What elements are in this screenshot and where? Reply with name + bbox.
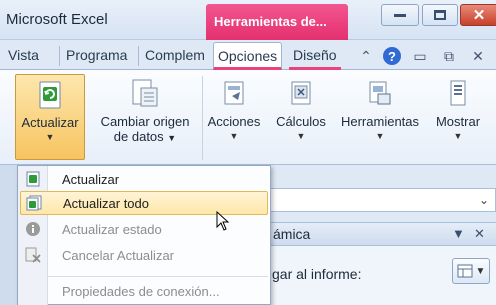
calculos-button[interactable]: Cálculos ▼ bbox=[268, 74, 334, 160]
workbook-close-icon[interactable]: ✕ bbox=[469, 47, 487, 65]
actions-icon bbox=[218, 78, 250, 110]
chevron-down-icon: ▼ bbox=[375, 131, 385, 141]
minimize-ribbon-icon[interactable]: ⌃ bbox=[357, 47, 375, 65]
close-button[interactable]: ✕ bbox=[460, 4, 496, 26]
group-divider bbox=[202, 76, 203, 160]
menu-item-propiedades-conexion[interactable]: Propiedades de conexión... bbox=[20, 279, 268, 303]
cancel-refresh-icon bbox=[24, 246, 42, 264]
tab-divider bbox=[138, 46, 139, 66]
pane-layout-button[interactable]: ▼ bbox=[452, 258, 490, 284]
menu-item-actualizar[interactable]: Actualizar bbox=[20, 167, 268, 191]
chevron-down-icon: ▼ bbox=[229, 131, 239, 141]
change-source-icon bbox=[129, 78, 161, 110]
show-icon bbox=[442, 78, 474, 110]
maximize-icon bbox=[434, 10, 446, 20]
info-icon bbox=[24, 220, 42, 238]
field-list-pane-title: ámica bbox=[273, 226, 311, 242]
sheet-background bbox=[0, 165, 18, 305]
cambiar-origen-button[interactable]: Cambiar origen de datos ▼ bbox=[90, 74, 200, 160]
chevron-down-icon: ▼ bbox=[475, 265, 486, 277]
refresh-all-icon bbox=[25, 194, 43, 212]
refresh-icon bbox=[24, 170, 42, 188]
menu-item-label: Propiedades de conexión... bbox=[62, 283, 220, 299]
close-icon: ✕ bbox=[472, 7, 486, 24]
cambiar-origen-label-2: de datos bbox=[113, 129, 164, 144]
menu-item-actualizar-estado[interactable]: Actualizar estado bbox=[20, 217, 268, 241]
chevron-down-icon: ▼ bbox=[296, 131, 306, 141]
pane-fields-label: gar al informe: bbox=[272, 266, 362, 282]
app-title: Microsoft Excel bbox=[6, 11, 108, 28]
menu-item-cancelar-actualizar[interactable]: Cancelar Actualizar bbox=[20, 243, 268, 267]
menu-item-label: Actualizar bbox=[62, 171, 120, 187]
tab-complementos[interactable]: Complem bbox=[141, 42, 209, 70]
menu-item-label: Actualizar estado bbox=[62, 221, 162, 237]
mouse-cursor-icon bbox=[216, 210, 230, 234]
calculos-label: Cálculos bbox=[276, 114, 326, 129]
calculations-icon bbox=[285, 78, 317, 110]
layout-icon bbox=[457, 264, 473, 278]
acciones-label: Acciones bbox=[207, 114, 261, 129]
tab-programador[interactable]: Programa bbox=[62, 42, 131, 70]
mostrar-label: Mostrar bbox=[435, 114, 481, 129]
actualizar-label: Actualizar bbox=[21, 115, 79, 130]
herramientas-button[interactable]: Herramientas ▼ bbox=[336, 74, 424, 160]
help-icon[interactable]: ? bbox=[383, 47, 401, 65]
blank-icon bbox=[24, 282, 42, 300]
tools-icon bbox=[364, 78, 396, 110]
workbook-restore-icon[interactable]: ⧉ bbox=[440, 47, 458, 65]
minimize-button[interactable] bbox=[381, 4, 419, 26]
formula-bar[interactable] bbox=[270, 188, 496, 212]
minimize-icon bbox=[394, 13, 406, 17]
pane-options-icon[interactable]: ▼ bbox=[452, 226, 465, 241]
chevron-down-icon: ▼ bbox=[167, 133, 177, 143]
chevron-down-icon: ▼ bbox=[453, 131, 463, 141]
expand-formula-bar-icon[interactable]: ⌄ bbox=[474, 190, 494, 210]
pane-close-icon[interactable]: ✕ bbox=[474, 226, 485, 242]
tab-diseno[interactable]: Diseño bbox=[289, 42, 341, 70]
tab-opciones[interactable]: Opciones bbox=[213, 42, 283, 70]
tab-vista[interactable]: Vista bbox=[4, 42, 43, 70]
workbook-minimize-icon[interactable]: ▭ bbox=[411, 47, 429, 65]
herramientas-label: Herramientas bbox=[340, 114, 420, 129]
actualizar-button[interactable]: Actualizar ▼ bbox=[15, 74, 85, 160]
maximize-button[interactable] bbox=[422, 4, 458, 26]
tab-divider bbox=[59, 46, 60, 66]
context-tab-title: Herramientas de... bbox=[206, 4, 348, 40]
mostrar-button[interactable]: Mostrar ▼ bbox=[428, 74, 488, 160]
menu-item-label: Cancelar Actualizar bbox=[62, 247, 174, 263]
menu-item-actualizar-todo[interactable]: Actualizar todo bbox=[20, 191, 268, 215]
chevron-down-icon: ▼ bbox=[45, 132, 55, 142]
cambiar-origen-label-1: Cambiar origen bbox=[100, 114, 190, 129]
acciones-button[interactable]: Acciones ▼ bbox=[204, 74, 264, 160]
menu-separator bbox=[48, 276, 268, 277]
menu-item-label: Actualizar todo bbox=[63, 195, 149, 211]
refresh-icon bbox=[34, 79, 66, 111]
